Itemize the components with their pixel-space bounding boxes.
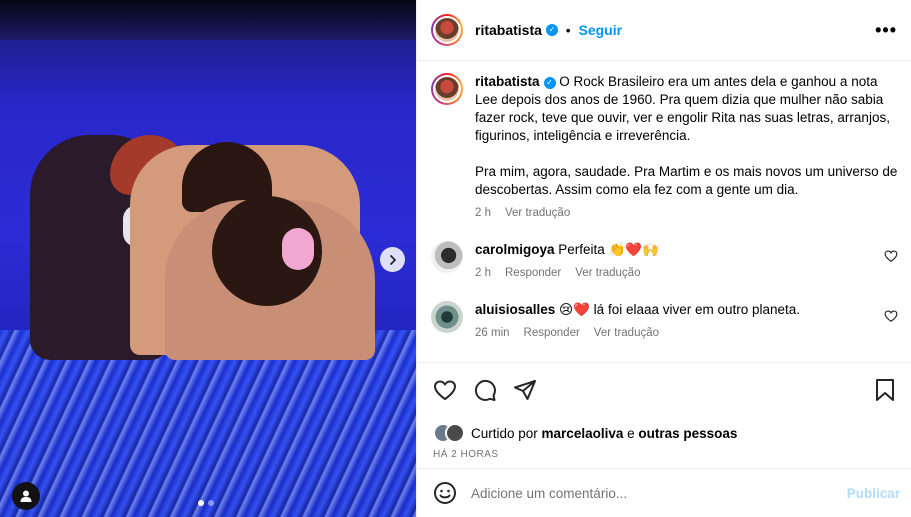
chevron-right-icon	[387, 254, 399, 266]
media-flower	[282, 228, 314, 270]
comment-row: aluisiosalles 😢❤️ lá foi elaaa viver em …	[431, 301, 898, 339]
share-icon[interactable]	[513, 378, 537, 402]
comment-meta: 26 min Responder Ver tradução	[475, 327, 898, 339]
post-media	[0, 0, 416, 517]
action-buttons	[433, 377, 896, 403]
comment-body: Perfeita 👏❤️🙌	[554, 242, 659, 257]
carousel-dot	[198, 500, 204, 506]
comment-username[interactable]: aluisiosalles	[475, 302, 555, 317]
caption-paragraph-2: Pra mim, agora, saudade. Pra Martim e os…	[475, 164, 898, 197]
comment-row: carolmigoya Perfeita 👏❤️🙌 2 h Responder …	[431, 241, 898, 279]
follow-button[interactable]: Seguir	[578, 22, 622, 38]
author-username[interactable]: ritabatista	[475, 22, 542, 38]
comment-icon[interactable]	[473, 378, 497, 402]
caption-avatar[interactable]	[431, 73, 463, 105]
publish-button[interactable]: Publicar	[847, 486, 900, 501]
comment-username[interactable]: carolmigoya	[475, 242, 555, 257]
comment-translate-link[interactable]: Ver tradução	[575, 267, 640, 279]
verified-icon: ✓	[543, 77, 556, 89]
comment-body: 😢❤️ lá foi elaaa viver em outro planeta.	[555, 302, 801, 317]
likes-text: Curtido por marcelaoliva e outras pessoa…	[471, 426, 737, 441]
carousel-next-button[interactable]	[380, 247, 405, 272]
comment-time: 26 min	[475, 327, 510, 339]
comments-section[interactable]: ritabatista ✓ O Rock Brasileiro era um an…	[417, 61, 911, 362]
caption-meta: 2 h Ver tradução	[475, 207, 898, 219]
comment-text: aluisiosalles 😢❤️ lá foi elaaa viver em …	[475, 301, 898, 319]
heart-icon[interactable]	[433, 378, 457, 402]
caption-username[interactable]: ritabatista	[475, 74, 540, 89]
bookmark-icon[interactable]	[874, 378, 896, 402]
author-avatar[interactable]	[431, 14, 463, 46]
comment-time: 2 h	[475, 267, 491, 279]
post-header: ritabatista ✓ • Seguir •••	[417, 0, 911, 61]
post-actions: Curtido por marcelaoliva e outras pessoa…	[417, 362, 911, 468]
comment-like-heart-icon[interactable]	[884, 249, 898, 263]
post-side-panel: ritabatista ✓ • Seguir ••• ritabatista ✓ …	[416, 0, 911, 517]
likes-prefix: Curtido por	[471, 425, 542, 441]
caption-text: ritabatista ✓ O Rock Brasileiro era um an…	[475, 73, 898, 199]
caption-time: 2 h	[475, 207, 491, 219]
comment-meta: 2 h Responder Ver tradução	[475, 267, 898, 279]
user-tag-icon	[19, 489, 33, 503]
add-comment-bar: Publicar	[417, 468, 911, 517]
comment-reply-link[interactable]: Responder	[505, 267, 561, 279]
comment-like-heart-icon[interactable]	[884, 309, 898, 323]
comment-translate-link[interactable]: Ver tradução	[594, 327, 659, 339]
comment-text: carolmigoya Perfeita 👏❤️🙌	[475, 241, 898, 259]
caption-row: ritabatista ✓ O Rock Brasileiro era um an…	[431, 73, 898, 219]
likes-summary: Curtido por marcelaoliva e outras pessoa…	[433, 423, 896, 443]
more-options-button[interactable]: •••	[875, 20, 897, 41]
dot-separator: •	[565, 22, 571, 38]
verified-icon: ✓	[545, 24, 558, 36]
commenter-avatar[interactable]	[431, 241, 463, 273]
comment-input[interactable]	[471, 485, 847, 501]
post-time-ago[interactable]: HÁ 2 HORAS	[433, 449, 896, 460]
carousel-indicator	[198, 500, 214, 506]
comment-reply-link[interactable]: Responder	[524, 327, 580, 339]
tagged-users-button[interactable]	[12, 482, 40, 510]
carousel-dot	[208, 500, 214, 506]
commenter-avatar[interactable]	[431, 301, 463, 333]
media-ceiling	[0, 0, 416, 40]
emoji-icon[interactable]	[433, 481, 457, 505]
liker-avatar	[445, 423, 465, 443]
liker-username[interactable]: marcelaoliva	[542, 426, 624, 441]
likes-middle: e	[623, 425, 639, 441]
other-likers-link[interactable]: outras pessoas	[638, 426, 737, 441]
caption-translate-link[interactable]: Ver tradução	[505, 207, 570, 219]
